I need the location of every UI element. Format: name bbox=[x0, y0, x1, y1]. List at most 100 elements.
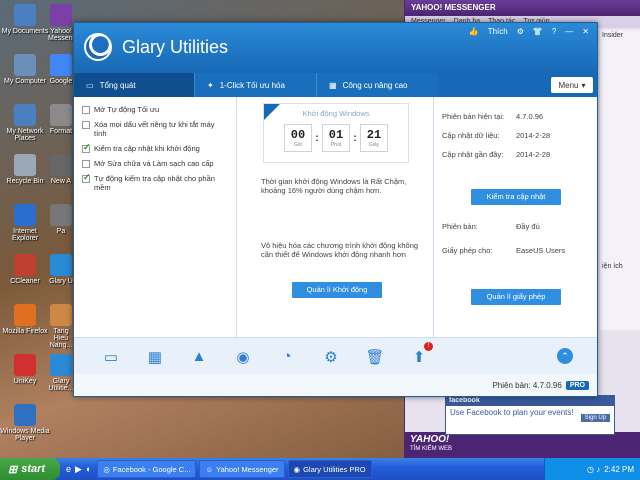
update-icon[interactable]: ⬆ ! bbox=[408, 341, 433, 368]
app-icon bbox=[50, 254, 72, 276]
taskbar-button-chrome[interactable]: ◎ Facebook - Google C... bbox=[97, 460, 197, 478]
start-button[interactable]: ⊞ start bbox=[0, 458, 60, 480]
thumb-up-icon[interactable]: 👍 bbox=[469, 27, 479, 36]
pro-badge: PRO bbox=[565, 380, 589, 390]
option-label: Xóa mọi dấu vết riêng tư khi tắt máy tín… bbox=[94, 120, 215, 138]
desktop-icon[interactable]: New A bbox=[48, 154, 74, 185]
firefox-icon[interactable]: ◐ bbox=[86, 464, 91, 475]
tab-label: 1-Click Tối ưu hóa bbox=[219, 80, 285, 90]
chevron-up-icon[interactable]: ⌃ bbox=[557, 348, 573, 364]
ie-icon[interactable]: e bbox=[66, 464, 71, 475]
desktop-icon[interactable]: Google bbox=[48, 54, 74, 85]
boot-time-card: Khởi động Windows 00 Giờ : 01 Phút : 21 … bbox=[263, 103, 409, 163]
option-checkbox[interactable] bbox=[82, 160, 90, 168]
desktop-icon[interactable]: Format bbox=[48, 104, 74, 135]
app-icon bbox=[14, 154, 36, 176]
glary-utilities-window[interactable]: Glary Utilities 👍 Thích ⚙ 👕 ? — ✕ ▭ Tổng… bbox=[73, 22, 598, 397]
registry-icon[interactable]: ▦ bbox=[144, 346, 166, 368]
media-icon[interactable]: ▶ bbox=[75, 464, 82, 475]
settings-icon[interactable]: ⚙ bbox=[517, 27, 524, 36]
mouse-icon[interactable]: ◉ bbox=[232, 346, 254, 368]
desktop-icon[interactable]: Pa bbox=[48, 204, 74, 235]
close-icon[interactable]: ✕ bbox=[582, 27, 589, 36]
desktop-icon[interactable]: Recycle Bin bbox=[0, 154, 50, 185]
menu-label: Menu bbox=[558, 80, 579, 90]
yahoo-insider[interactable]: Insider bbox=[600, 30, 640, 41]
app-icon bbox=[50, 54, 72, 76]
taskbar-button-yahoo[interactable]: ☺ Yahoo! Messenger bbox=[199, 460, 285, 478]
boot-timer: 00 Giờ : 01 Phút : 21 Giây bbox=[264, 124, 408, 152]
desktop-icon[interactable]: Mozilla Firefox bbox=[0, 304, 50, 335]
facebook-ad-header: facebook bbox=[446, 396, 614, 406]
desktop-icon-label: My Computer bbox=[3, 78, 46, 85]
option-item[interactable]: Tự động kiểm tra cập nhật cho phần mềm bbox=[82, 173, 228, 192]
privacy-icon[interactable]: ▲ bbox=[188, 346, 210, 368]
facebook-signup-button[interactable]: Sign Up bbox=[580, 414, 610, 422]
last-update-label: Cập nhật gần đây: bbox=[442, 150, 504, 159]
desktop-icon[interactable]: CCleaner bbox=[0, 254, 50, 285]
app-icon bbox=[14, 254, 36, 276]
facebook-ad[interactable]: facebook Use Facebook to plan your event… bbox=[445, 395, 615, 435]
disk-cleaner-icon[interactable]: ▭ bbox=[100, 346, 122, 368]
desktop: My Documents My Computer My Network Places… bbox=[0, 0, 80, 460]
desktop-icon-label: Format bbox=[49, 128, 73, 135]
edition-value: Đầy đủ bbox=[516, 222, 540, 231]
desktop-icon[interactable]: Tang Hieu Nang... bbox=[48, 304, 74, 349]
option-item[interactable]: Mở Sửa chữa và Làm sạch cao cấp bbox=[82, 159, 228, 168]
chevron-down-icon: ▾ bbox=[581, 80, 586, 90]
boot-description: Thời gian khởi động Windows là Rất Chậm,… bbox=[261, 177, 407, 195]
option-item[interactable]: Mở Tự động Tối ưu bbox=[82, 105, 228, 114]
edition-row: Phiên bản: Đầy đủ bbox=[442, 217, 540, 236]
yahoo-icon: ☺ bbox=[205, 464, 214, 474]
option-checkbox[interactable] bbox=[82, 173, 91, 183]
taskbar-label: Glary Utilities PRO bbox=[303, 464, 366, 474]
help-icon[interactable]: ? bbox=[552, 27, 556, 36]
timer-min-label: Giờ bbox=[293, 142, 303, 148]
option-checkbox[interactable] bbox=[82, 121, 90, 129]
option-checkbox[interactable] bbox=[82, 106, 90, 114]
minimize-icon[interactable]: — bbox=[565, 27, 573, 36]
desktop-icon[interactable]: Yahoo! Messenger bbox=[48, 4, 74, 42]
desktop-icon[interactable]: Glary U bbox=[48, 254, 74, 285]
taskbar-button-glary[interactable]: ◉ Glary Utilities PRO bbox=[287, 460, 372, 478]
desktop-icon-label: Pa bbox=[56, 228, 66, 235]
timer-sec-box: 01 Phút bbox=[322, 124, 350, 152]
gear-icon[interactable]: ⚙ bbox=[320, 346, 342, 368]
system-tray: ◷ ♪ 2:42 PM bbox=[544, 458, 640, 480]
desktop-icon[interactable]: My Documents bbox=[0, 4, 50, 35]
skin-icon[interactable]: 👕 bbox=[533, 27, 543, 36]
like-button[interactable]: Thích bbox=[488, 27, 508, 36]
pie-chart-icon[interactable]: ◔ bbox=[276, 346, 298, 368]
app-icon bbox=[14, 4, 36, 26]
menu-button[interactable]: Menu ▾ bbox=[551, 77, 593, 93]
tab-overview[interactable]: ▭ Tổng quát bbox=[74, 73, 194, 97]
desktop-icon-label: Yahoo! Messenger bbox=[48, 28, 74, 42]
desktop-icon[interactable]: Internet Explorer bbox=[0, 204, 50, 242]
tray-icons[interactable]: ◷ ♪ bbox=[587, 465, 600, 474]
tab-advanced-tools[interactable]: ▦ Công cụ nâng cao bbox=[316, 73, 438, 97]
trash-icon[interactable]: 🗑 bbox=[364, 346, 386, 368]
desktop-icon-label: Tang Hieu Nang... bbox=[49, 328, 73, 349]
startup-manager-button[interactable]: Quản lí Khởi động bbox=[292, 282, 382, 298]
wand-icon: ✦ bbox=[207, 80, 214, 90]
check-update-button[interactable]: Kiểm tra cập nhật bbox=[471, 189, 561, 205]
current-version-value: 4.7.0.96 bbox=[516, 112, 544, 121]
boot-title: Khởi động Windows bbox=[302, 109, 370, 118]
desktop-icon[interactable]: UniKey bbox=[0, 354, 50, 385]
notification-badge: ! bbox=[424, 341, 433, 351]
option-checkbox[interactable] bbox=[82, 143, 91, 153]
option-item[interactable]: Xóa mọi dấu vết riêng tư khi tắt máy tín… bbox=[82, 120, 228, 138]
yahoo-title: YAHOO! MESSENGER bbox=[405, 0, 640, 16]
desktop-icon[interactable]: Windows Media Player bbox=[0, 404, 50, 442]
app-icon bbox=[14, 54, 36, 76]
glary-header: Glary Utilities 👍 Thích ⚙ 👕 ? — ✕ bbox=[74, 23, 597, 73]
option-item[interactable]: Kiểm tra cập nhật khi khởi động bbox=[82, 143, 228, 153]
desktop-icon[interactable]: My Network Places bbox=[0, 104, 50, 142]
current-version-row: Phiên bản hiện tại: 4.7.0.96 bbox=[442, 107, 589, 126]
overview-panel: Mở Tự động Tối ưu Xóa mọi dấu vết riêng t… bbox=[74, 97, 597, 337]
license-manager-button[interactable]: Quản lí giấy phép bbox=[471, 289, 561, 305]
tab-1-click[interactable]: ✦ 1-Click Tối ưu hóa bbox=[194, 73, 316, 97]
desktop-icon[interactable]: Glary Utilitie... bbox=[48, 354, 74, 392]
boot-column: Khởi động Windows 00 Giờ : 01 Phút : 21 … bbox=[237, 97, 434, 337]
desktop-icon[interactable]: My Computer bbox=[0, 54, 50, 85]
